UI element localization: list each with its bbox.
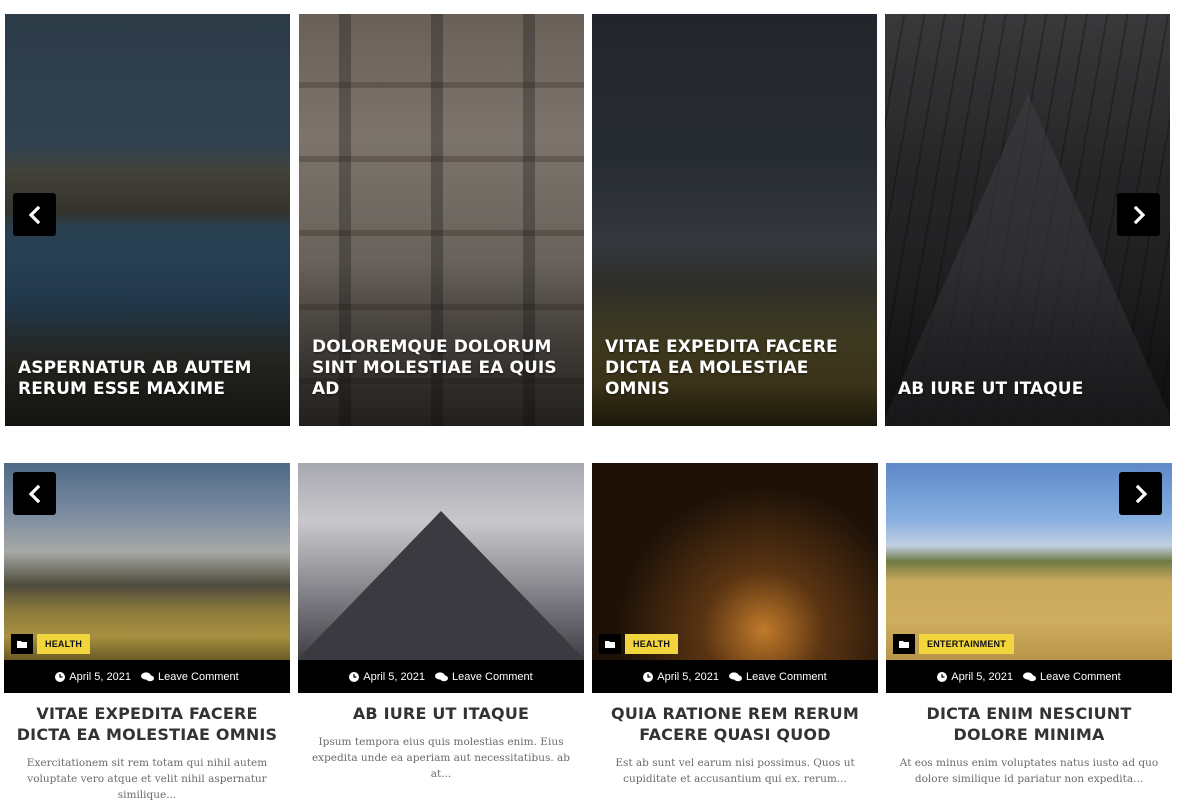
carousel-next-button[interactable]: [1119, 472, 1162, 515]
category-badge[interactable]: HEALTH: [37, 634, 91, 654]
comments-icon: [729, 671, 743, 681]
post-card: April 5, 2021 Leave Comment AB IURE UT I…: [298, 463, 584, 782]
comments-link[interactable]: Leave Comment: [729, 671, 827, 683]
folder-icon: [11, 634, 33, 654]
post-carousel: HEALTH April 5, 2021 Leave Comment VITAE…: [4, 463, 1172, 810]
post-date-text: April 5, 2021: [69, 670, 132, 683]
post-date-text: April 5, 2021: [951, 670, 1014, 683]
slide-title[interactable]: AB IURE UT ITAQUE: [898, 379, 1160, 400]
post-date-text: April 5, 2021: [363, 670, 426, 683]
slide-title[interactable]: DOLOREMQUE DOLORUM SINT MOLESTIAE EA QUI…: [312, 337, 574, 400]
slider-prev-button[interactable]: [13, 193, 56, 236]
comments-link-text: Leave Comment: [158, 670, 239, 683]
slide-title[interactable]: ASPERNATUR AB AUTEM RERUM ESSE MAXIME: [18, 358, 280, 400]
post-date[interactable]: April 5, 2021: [349, 671, 425, 683]
slide-title[interactable]: VITAE EXPEDITA FACERE DICTA EA MOLESTIAE…: [605, 337, 867, 400]
clock-icon: [349, 671, 360, 682]
chevron-left-icon: [28, 205, 40, 224]
post-date-text: April 5, 2021: [657, 670, 720, 683]
post-excerpt: At eos minus enim voluptates natus iusto…: [899, 757, 1159, 785]
post-title[interactable]: DICTA ENIM NESCIUNT DOLORE MINIMA: [892, 703, 1166, 745]
folder-icon: [599, 634, 621, 654]
clock-icon: [55, 671, 66, 682]
chevron-right-icon: [1133, 205, 1145, 224]
comments-link[interactable]: Leave Comment: [435, 671, 533, 683]
post-excerpt: Ipsum tempora eius quis molestias enim. …: [311, 736, 571, 780]
comments-link-text: Leave Comment: [1040, 670, 1121, 683]
post-excerpt: Est ab sunt vel earum nisi possimus. Quo…: [615, 757, 855, 785]
carousel-prev-button[interactable]: [13, 472, 56, 515]
chevron-left-icon: [28, 484, 40, 503]
post-meta-bar: April 5, 2021 Leave Comment: [886, 660, 1172, 693]
comments-link-text: Leave Comment: [452, 670, 533, 683]
comments-link[interactable]: Leave Comment: [141, 671, 239, 683]
post-title[interactable]: AB IURE UT ITAQUE: [304, 703, 578, 724]
post-meta-bar: April 5, 2021 Leave Comment: [298, 660, 584, 693]
post-thumbnail[interactable]: HEALTH: [592, 463, 878, 660]
slider-next-button[interactable]: [1117, 193, 1160, 236]
folder-icon: [893, 634, 915, 654]
comments-link[interactable]: Leave Comment: [1023, 671, 1121, 683]
post-title[interactable]: QUIA RATIONE REM RERUM FACERE QUASI QUOD: [598, 703, 872, 745]
post-date[interactable]: April 5, 2021: [937, 671, 1013, 683]
post-meta-bar: April 5, 2021 Leave Comment: [592, 660, 878, 693]
comments-link-text: Leave Comment: [746, 670, 827, 683]
post-date[interactable]: April 5, 2021: [55, 671, 131, 683]
comments-icon: [1023, 671, 1037, 681]
featured-slide[interactable]: VITAE EXPEDITA FACERE DICTA EA MOLESTIAE…: [592, 14, 877, 426]
featured-slide[interactable]: DOLOREMQUE DOLORUM SINT MOLESTIAE EA QUI…: [299, 14, 584, 426]
top-featured-slider: ASPERNATUR AB AUTEM RERUM ESSE MAXIME DO…: [5, 14, 1171, 426]
tower-graphic: [298, 511, 584, 660]
post-meta-bar: April 5, 2021 Leave Comment: [4, 660, 290, 693]
clock-icon: [643, 671, 654, 682]
comments-icon: [435, 671, 449, 681]
category-badge[interactable]: ENTERTAINMENT: [919, 634, 1014, 654]
chevron-right-icon: [1135, 484, 1147, 503]
post-thumbnail[interactable]: [298, 463, 584, 660]
post-date[interactable]: April 5, 2021: [643, 671, 719, 683]
category-badge[interactable]: HEALTH: [625, 634, 679, 654]
post-card: HEALTH April 5, 2021 Leave Comment QUIA …: [592, 463, 878, 787]
clock-icon: [937, 671, 948, 682]
post-title[interactable]: VITAE EXPEDITA FACERE DICTA EA MOLESTIAE…: [10, 703, 284, 745]
comments-icon: [141, 671, 155, 681]
post-excerpt: Exercitationem sit rem totam qui nihil a…: [26, 757, 268, 801]
